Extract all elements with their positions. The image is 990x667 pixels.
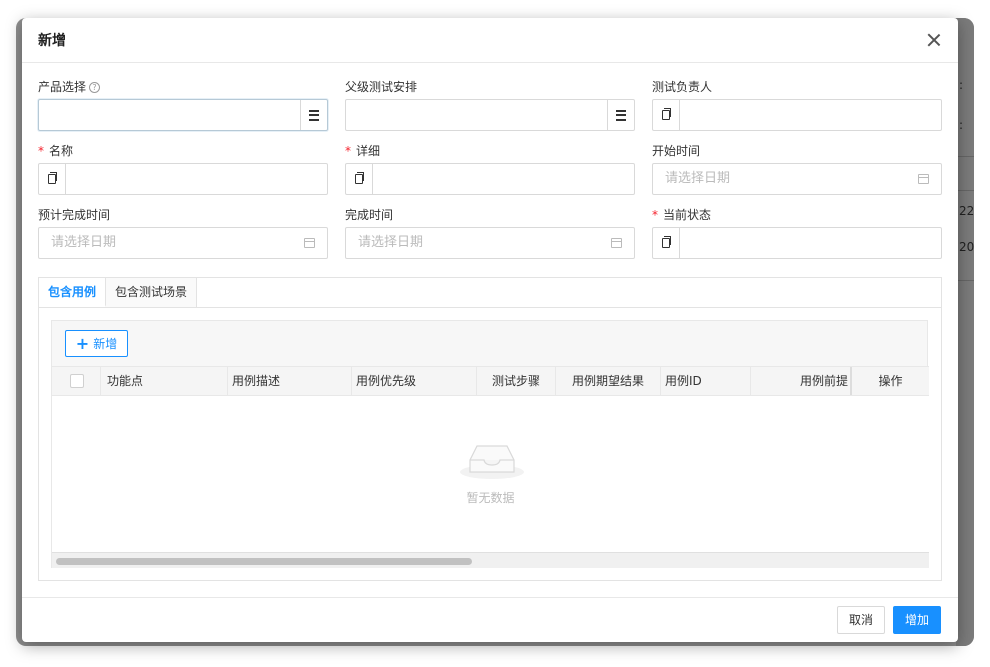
add-submit-button[interactable]: 增加 — [893, 606, 941, 634]
column-header[interactable]: 用例前提 — [750, 367, 848, 395]
background-divider — [956, 156, 974, 157]
planned-finish-time-label: 预计完成时间 — [38, 208, 111, 222]
cancel-button[interactable]: 取消 — [837, 606, 885, 634]
copy-icon — [662, 108, 671, 120]
list-icon — [616, 109, 626, 121]
calendar-icon — [304, 238, 315, 248]
form-grid: 产品选择 ? 父级测试安排 测试负责人 * 名称 * 详细 开始时间 请选择日期… — [38, 76, 942, 259]
start-time-picker[interactable]: 请选择日期 — [652, 163, 942, 195]
name-input[interactable] — [38, 163, 328, 195]
column-header[interactable]: 测试步骤 — [476, 367, 555, 395]
name-field: * 名称 — [38, 140, 328, 195]
name-label: 名称 — [49, 144, 74, 158]
calendar-icon — [611, 238, 622, 248]
column-header[interactable]: 用例期望结果 — [555, 367, 660, 395]
modal-header: 新增 — [22, 18, 958, 63]
column-header[interactable]: 用例优先级 — [351, 367, 476, 395]
background-cell: : — [959, 78, 964, 92]
test-owner-label: 测试负责人 — [652, 80, 713, 94]
close-icon[interactable] — [926, 32, 942, 48]
background-cell: : — [959, 118, 964, 132]
tabs-card: 包含用例 包含测试场景 + 新增 功能点 用例描述 用例优先级 测试步骤 用例期… — [38, 277, 942, 581]
product-select-label: 产品选择 — [38, 80, 87, 94]
finish-time-placeholder[interactable]: 请选择日期 — [346, 228, 611, 258]
current-status-label: 当前状态 — [663, 208, 712, 222]
planned-finish-time-field: 预计完成时间 请选择日期 — [38, 204, 328, 259]
tab-bar: 包含用例 包含测试场景 — [39, 278, 941, 308]
table-header: 功能点 用例描述 用例优先级 测试步骤 用例期望结果 用例ID 用例前提 操作 — [52, 366, 929, 396]
detail-field: * 详细 — [345, 140, 635, 195]
table-body: 暂无数据 — [52, 396, 929, 552]
finish-time-label: 完成时间 — [345, 208, 394, 222]
copy-icon — [662, 236, 671, 248]
start-time-placeholder[interactable]: 请选择日期 — [653, 164, 918, 194]
add-case-button[interactable]: + 新增 — [65, 330, 128, 357]
scrollbar-thumb[interactable] — [56, 558, 472, 565]
help-icon[interactable]: ? — [89, 81, 101, 93]
background-cell: 20 — [959, 240, 974, 254]
parent-test-plan-label: 父级测试安排 — [345, 80, 418, 94]
calendar-icon — [918, 174, 929, 184]
add-case-label: 新增 — [93, 337, 118, 351]
background-table-strip — [956, 18, 974, 646]
required-mark: * — [345, 144, 351, 158]
empty-text: 暂无数据 — [466, 491, 515, 505]
parent-test-plan-input[interactable] — [345, 99, 635, 131]
product-select-input[interactable] — [38, 99, 328, 131]
background-divider — [956, 280, 974, 281]
tab-included-cases[interactable]: 包含用例 — [39, 278, 107, 307]
modal-title: 新增 — [38, 33, 66, 49]
copy-icon — [48, 172, 57, 184]
tab-included-scenarios[interactable]: 包含测试场景 — [106, 278, 198, 307]
list-icon — [309, 109, 319, 121]
horizontal-scrollbar[interactable] — [52, 552, 929, 568]
start-time-label: 开始时间 — [652, 144, 701, 158]
column-header[interactable]: 功能点 — [100, 367, 227, 395]
background-cell: 22 — [959, 204, 974, 218]
planned-finish-time-placeholder[interactable]: 请选择日期 — [39, 228, 304, 258]
column-header[interactable]: 用例ID — [660, 367, 750, 395]
current-status-field: * 当前状态 — [652, 204, 942, 259]
finish-time-picker[interactable]: 请选择日期 — [345, 227, 635, 259]
product-select-button[interactable] — [300, 100, 327, 130]
copy-icon — [355, 172, 364, 184]
case-table-panel: + 新增 功能点 用例描述 用例优先级 测试步骤 用例期望结果 用例ID 用例前… — [51, 320, 929, 568]
required-mark: * — [652, 208, 658, 222]
finish-time-field: 完成时间 请选择日期 — [345, 204, 635, 259]
plus-icon: + — [75, 333, 90, 353]
current-status-input[interactable] — [652, 227, 942, 259]
background-divider — [956, 190, 974, 191]
planned-finish-time-picker[interactable]: 请选择日期 — [38, 227, 328, 259]
detail-label: 详细 — [356, 144, 381, 158]
parent-test-plan-field: 父级测试安排 — [345, 76, 635, 131]
column-header[interactable]: 用例描述 — [227, 367, 351, 395]
parent-test-plan-button[interactable] — [607, 100, 634, 130]
empty-box-icon — [460, 445, 524, 479]
product-select-field: 产品选择 ? — [38, 76, 328, 131]
column-header[interactable]: 操作 — [850, 367, 929, 395]
modal-footer: 取消 增加 — [22, 597, 958, 642]
add-modal: 新增 产品选择 ? 父级测试安排 测试负责人 * 名称 * 详细 开始时间 请选… — [22, 18, 958, 642]
detail-input[interactable] — [345, 163, 635, 195]
test-owner-field: 测试负责人 — [652, 76, 942, 131]
required-mark: * — [38, 144, 44, 158]
select-all-checkbox[interactable] — [70, 374, 84, 388]
test-owner-input[interactable] — [652, 99, 942, 131]
start-time-field: 开始时间 请选择日期 — [652, 140, 942, 195]
